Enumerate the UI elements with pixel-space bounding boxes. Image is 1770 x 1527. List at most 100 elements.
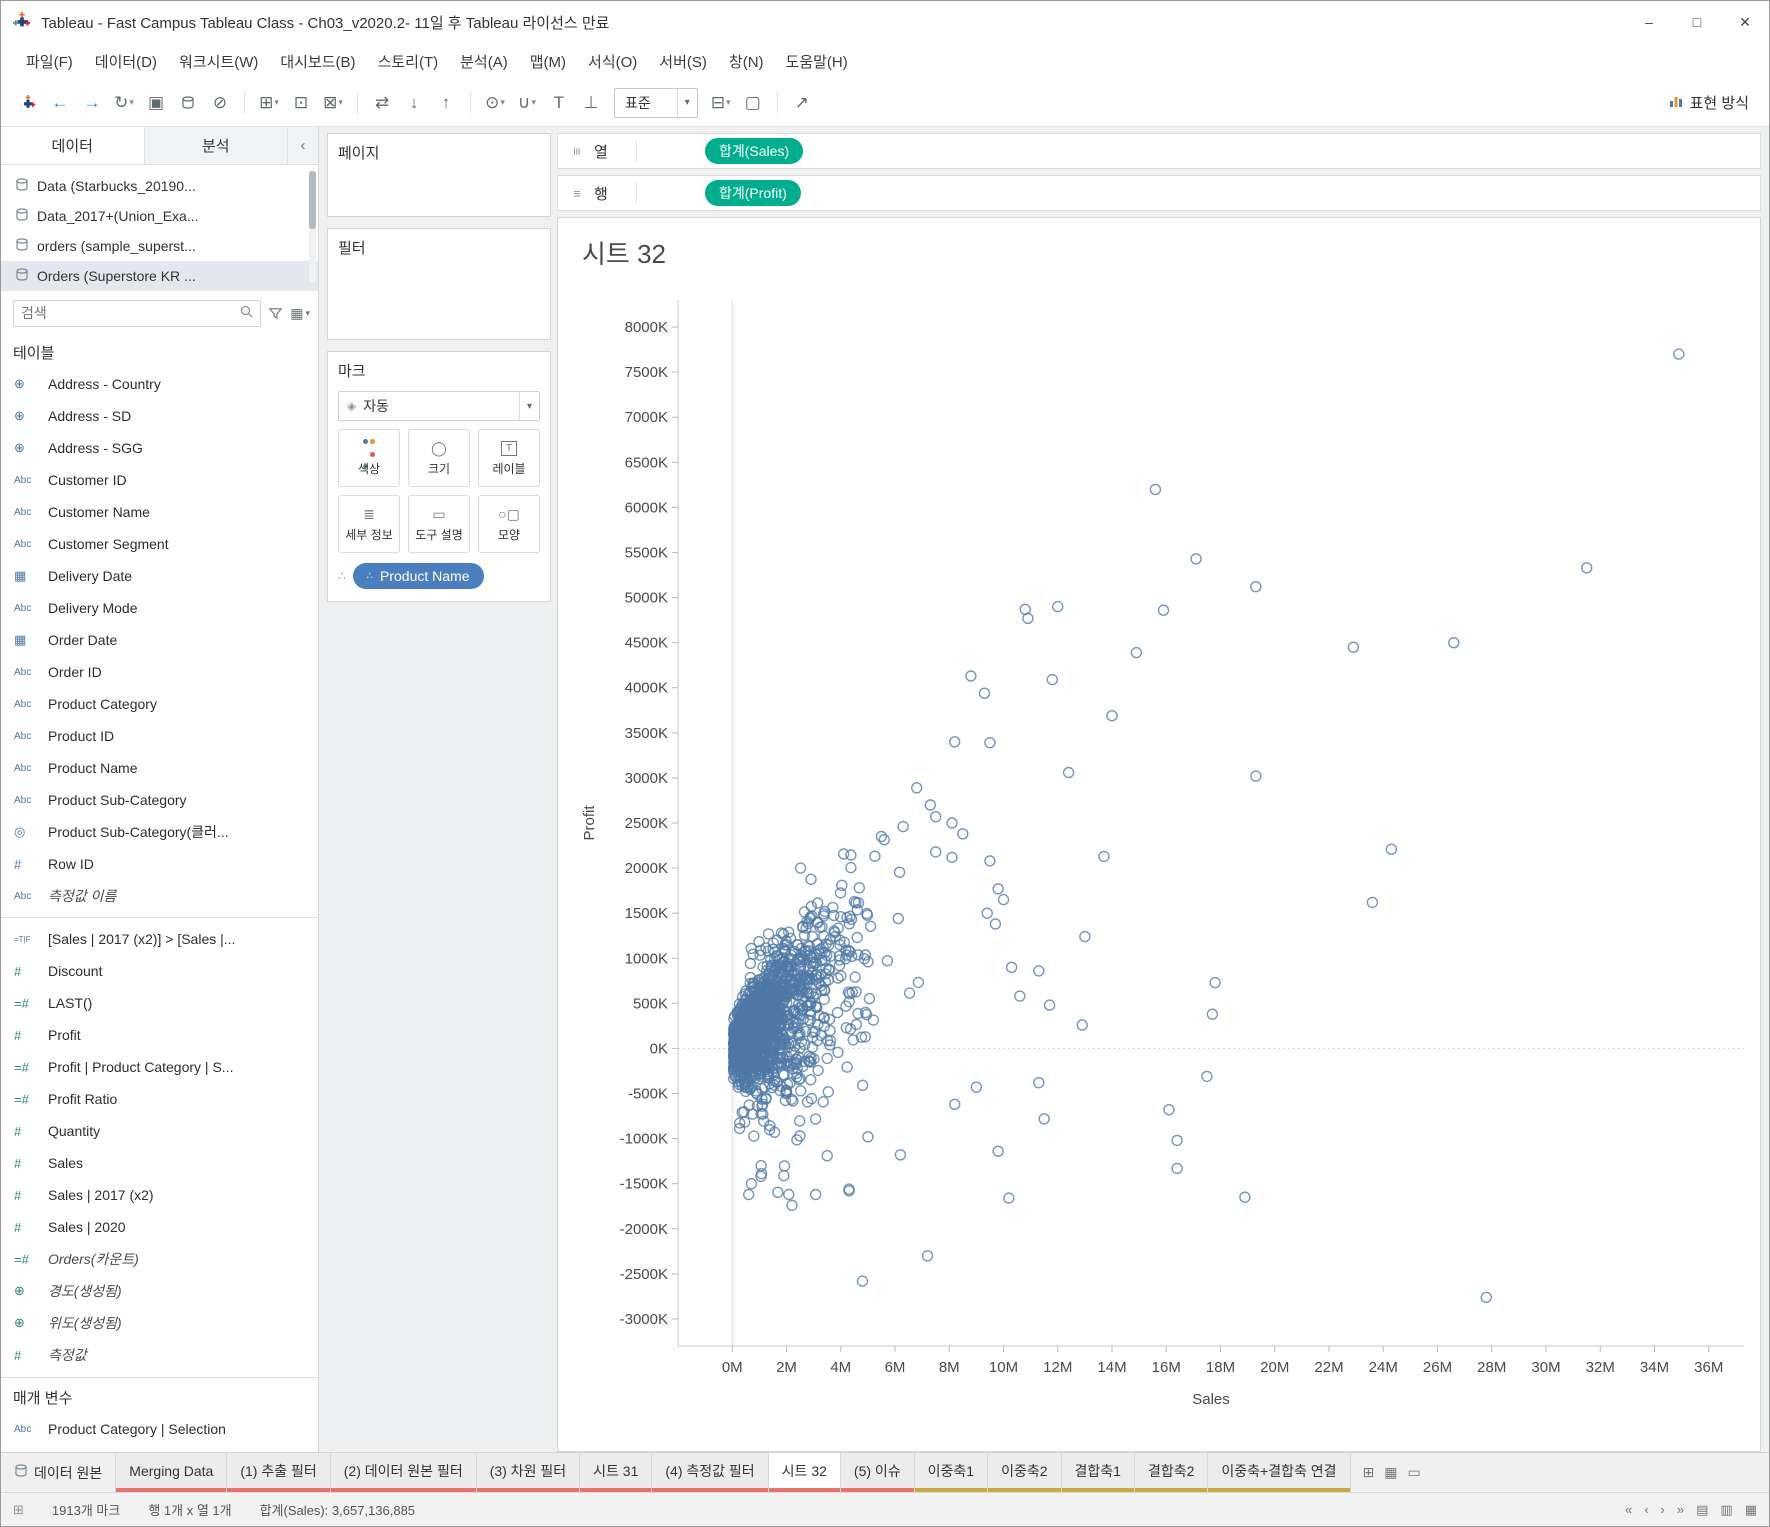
field-item[interactable]: Abc Product Category — [1, 688, 318, 720]
fix-axes-icon[interactable]: ⊥ — [576, 86, 606, 120]
field-item[interactable]: # Profit — [1, 1019, 318, 1051]
field-item[interactable]: ⊕ Address - SD — [1, 400, 318, 432]
fit-dropdown[interactable]: 표준 ▾ — [614, 87, 698, 118]
maximize-button[interactable]: □ — [1673, 1, 1721, 43]
sheet-tab[interactable]: (2) 데이터 원본 필터 — [330, 1453, 477, 1492]
sheet-tab[interactable]: 시트 32 — [768, 1453, 841, 1492]
sheet-tab[interactable]: 이중축+결합축 연결 — [1208, 1453, 1351, 1492]
new-story-icon[interactable]: ▭ — [1408, 1464, 1421, 1481]
new-dashboard-icon[interactable]: ▦ — [1384, 1464, 1397, 1481]
field-item[interactable]: Abc Customer Name — [1, 496, 318, 528]
collapse-pane-icon[interactable]: ‹ — [288, 127, 318, 164]
field-item[interactable]: ◎ Product Sub-Category(클러... — [1, 816, 318, 848]
back-icon[interactable]: ← — [45, 86, 75, 120]
data-source-item[interactable]: Orders (Superstore KR ... — [1, 261, 318, 291]
field-item[interactable]: Abc Customer Segment — [1, 528, 318, 560]
field-item[interactable]: ⊕ 경도(생성됨) — [1, 1275, 318, 1307]
field-item[interactable]: ▦ Delivery Date — [1, 560, 318, 592]
tab-datasource[interactable]: 데이터 원본 — [1, 1453, 117, 1492]
show-filmstrip-icon[interactable]: ▥ — [1720, 1502, 1732, 1518]
data-source-item[interactable]: Data_2017+(Union_Exa... — [1, 201, 318, 231]
rows-shelf[interactable]: ≡ 행 합계(Profit) — [557, 175, 1761, 211]
field-item[interactable]: Abc Order ID — [1, 656, 318, 688]
scrollbar[interactable] — [309, 171, 316, 283]
duplicate-sheet-icon[interactable]: ⊡ — [286, 86, 316, 120]
field-item[interactable]: # Sales | 2020 — [1, 1211, 318, 1243]
sheet-tab[interactable]: 이중축1 — [914, 1453, 989, 1492]
tableau-logo-icon[interactable] — [13, 86, 43, 120]
tab-analytics[interactable]: 분석 — [145, 127, 288, 164]
mark-button-shape[interactable]: ○▢ 모양 — [478, 495, 540, 553]
group-members-icon[interactable]: ∪ ▾ — [512, 86, 542, 120]
new-worksheet-icon[interactable]: ⊞ ▾ — [254, 86, 284, 120]
new-worksheet-icon[interactable]: ⊞ — [1363, 1464, 1375, 1481]
sort-descending-icon[interactable]: ↑ — [431, 86, 461, 120]
field-item[interactable]: =# LAST() — [1, 987, 318, 1019]
mark-button-tooltip[interactable]: ▭ 도구 설명 — [408, 495, 470, 553]
share-icon[interactable]: ↗ — [787, 86, 817, 120]
forward-icon[interactable]: → — [77, 86, 107, 120]
menu-맵[interactable]: 맵(M) — [519, 43, 577, 79]
menu-워크시트[interactable]: 워크시트(W) — [168, 43, 269, 79]
sheet-tab[interactable]: (5) 이슈 — [840, 1453, 915, 1492]
field-item[interactable]: # Row ID — [1, 848, 318, 880]
last-tab-icon[interactable]: » — [1677, 1502, 1684, 1517]
search-input[interactable] — [21, 305, 237, 321]
field-item[interactable]: =# Profit | Product Category | S... — [1, 1051, 318, 1083]
field-item[interactable]: =# Orders(카운트) — [1, 1243, 318, 1275]
rows-pill[interactable]: 합계(Profit) — [705, 180, 801, 206]
first-tab-icon[interactable]: « — [1625, 1502, 1632, 1517]
previous-tab-icon[interactable]: ‹ — [1644, 1502, 1648, 1517]
swap-rows-columns-icon[interactable]: ⇄ — [367, 86, 397, 120]
refresh-data-icon[interactable]: ↻ ▾ — [109, 86, 139, 120]
menu-데이터[interactable]: 데이터(D) — [84, 43, 168, 79]
menu-파일[interactable]: 파일(F) — [15, 43, 84, 79]
mark-button-color[interactable]: 색상 — [338, 429, 400, 487]
new-datasource-icon[interactable] — [173, 86, 203, 120]
filters-shelf[interactable]: 필터 — [327, 228, 551, 340]
sheet-tab[interactable]: (1) 추출 필터 — [227, 1453, 331, 1492]
mark-type-dropdown[interactable]: ◈ 자동 ▾ — [338, 391, 540, 421]
mark-button-size[interactable]: ◯ 크기 — [408, 429, 470, 487]
field-item[interactable]: ⊕ 위도(생성됨) — [1, 1307, 318, 1339]
pause-updates-icon[interactable]: ⊘ — [205, 86, 235, 120]
sheet-tab[interactable]: 이중축2 — [988, 1453, 1062, 1492]
close-button[interactable]: ✕ — [1721, 1, 1769, 43]
data-source-item[interactable]: Data (Starbucks_20190... — [1, 171, 318, 201]
columns-pill[interactable]: 합계(Sales) — [705, 138, 804, 164]
field-item[interactable]: ▦ Order Date — [1, 624, 318, 656]
field-item[interactable]: Abc Delivery Mode — [1, 592, 318, 624]
view-options-icon[interactable]: ▦ ▾ — [290, 305, 310, 322]
menu-서식[interactable]: 서식(O) — [577, 43, 648, 79]
menu-스토리[interactable]: 스토리(T) — [367, 43, 450, 79]
field-item[interactable]: ⊕ Address - SGG — [1, 432, 318, 464]
field-item[interactable]: =# Profit Ratio — [1, 1083, 318, 1115]
sheet-tab[interactable]: Merging Data — [116, 1453, 228, 1492]
show-mark-labels-icon[interactable]: T — [544, 86, 574, 120]
next-tab-icon[interactable]: › — [1661, 1502, 1665, 1517]
data-source-item[interactable]: orders (sample_superst... — [1, 231, 318, 261]
minimize-button[interactable]: – — [1625, 1, 1673, 43]
save-icon[interactable]: ▣ — [141, 86, 171, 120]
field-item[interactable]: # Quantity — [1, 1115, 318, 1147]
show-hide-cards-icon[interactable]: ⊟ ▾ — [706, 86, 736, 120]
presentation-mode-icon[interactable]: ▢ — [738, 86, 768, 120]
columns-shelf[interactable]: ≡ 열 합계(Sales) — [557, 133, 1761, 169]
field-item[interactable]: Abc 측정값 이름 — [1, 880, 318, 912]
show-sheet-tabs-icon[interactable]: ▤ — [1696, 1502, 1708, 1518]
field-item[interactable]: # Sales — [1, 1147, 318, 1179]
sheet-tab[interactable]: 결합축2 — [1134, 1453, 1209, 1492]
field-item[interactable]: =T|F [Sales | 2017 (x2)] > [Sales |... — [1, 923, 318, 955]
sort-ascending-icon[interactable]: ↓ — [399, 86, 429, 120]
field-item[interactable]: Abc Customer ID — [1, 464, 318, 496]
menu-서버[interactable]: 서버(S) — [648, 43, 718, 79]
pages-shelf[interactable]: 페이지 — [327, 133, 551, 217]
filter-icon[interactable] — [269, 307, 283, 320]
menu-창[interactable]: 창(N) — [718, 43, 775, 79]
scatter-plot[interactable]: 8000K 7500K 7000K 6500K 6000K 5500K 5000K 4500K… — [558, 274, 1758, 1446]
sheet-tab[interactable]: 결합축1 — [1061, 1453, 1135, 1492]
show-me-button[interactable]: 표현 방식 — [1661, 88, 1757, 117]
mark-button-detail[interactable]: ≣ 세부 정보 — [338, 495, 400, 553]
mark-button-label[interactable]: T 레이블 — [478, 429, 540, 487]
field-item[interactable]: Abc Product ID — [1, 720, 318, 752]
